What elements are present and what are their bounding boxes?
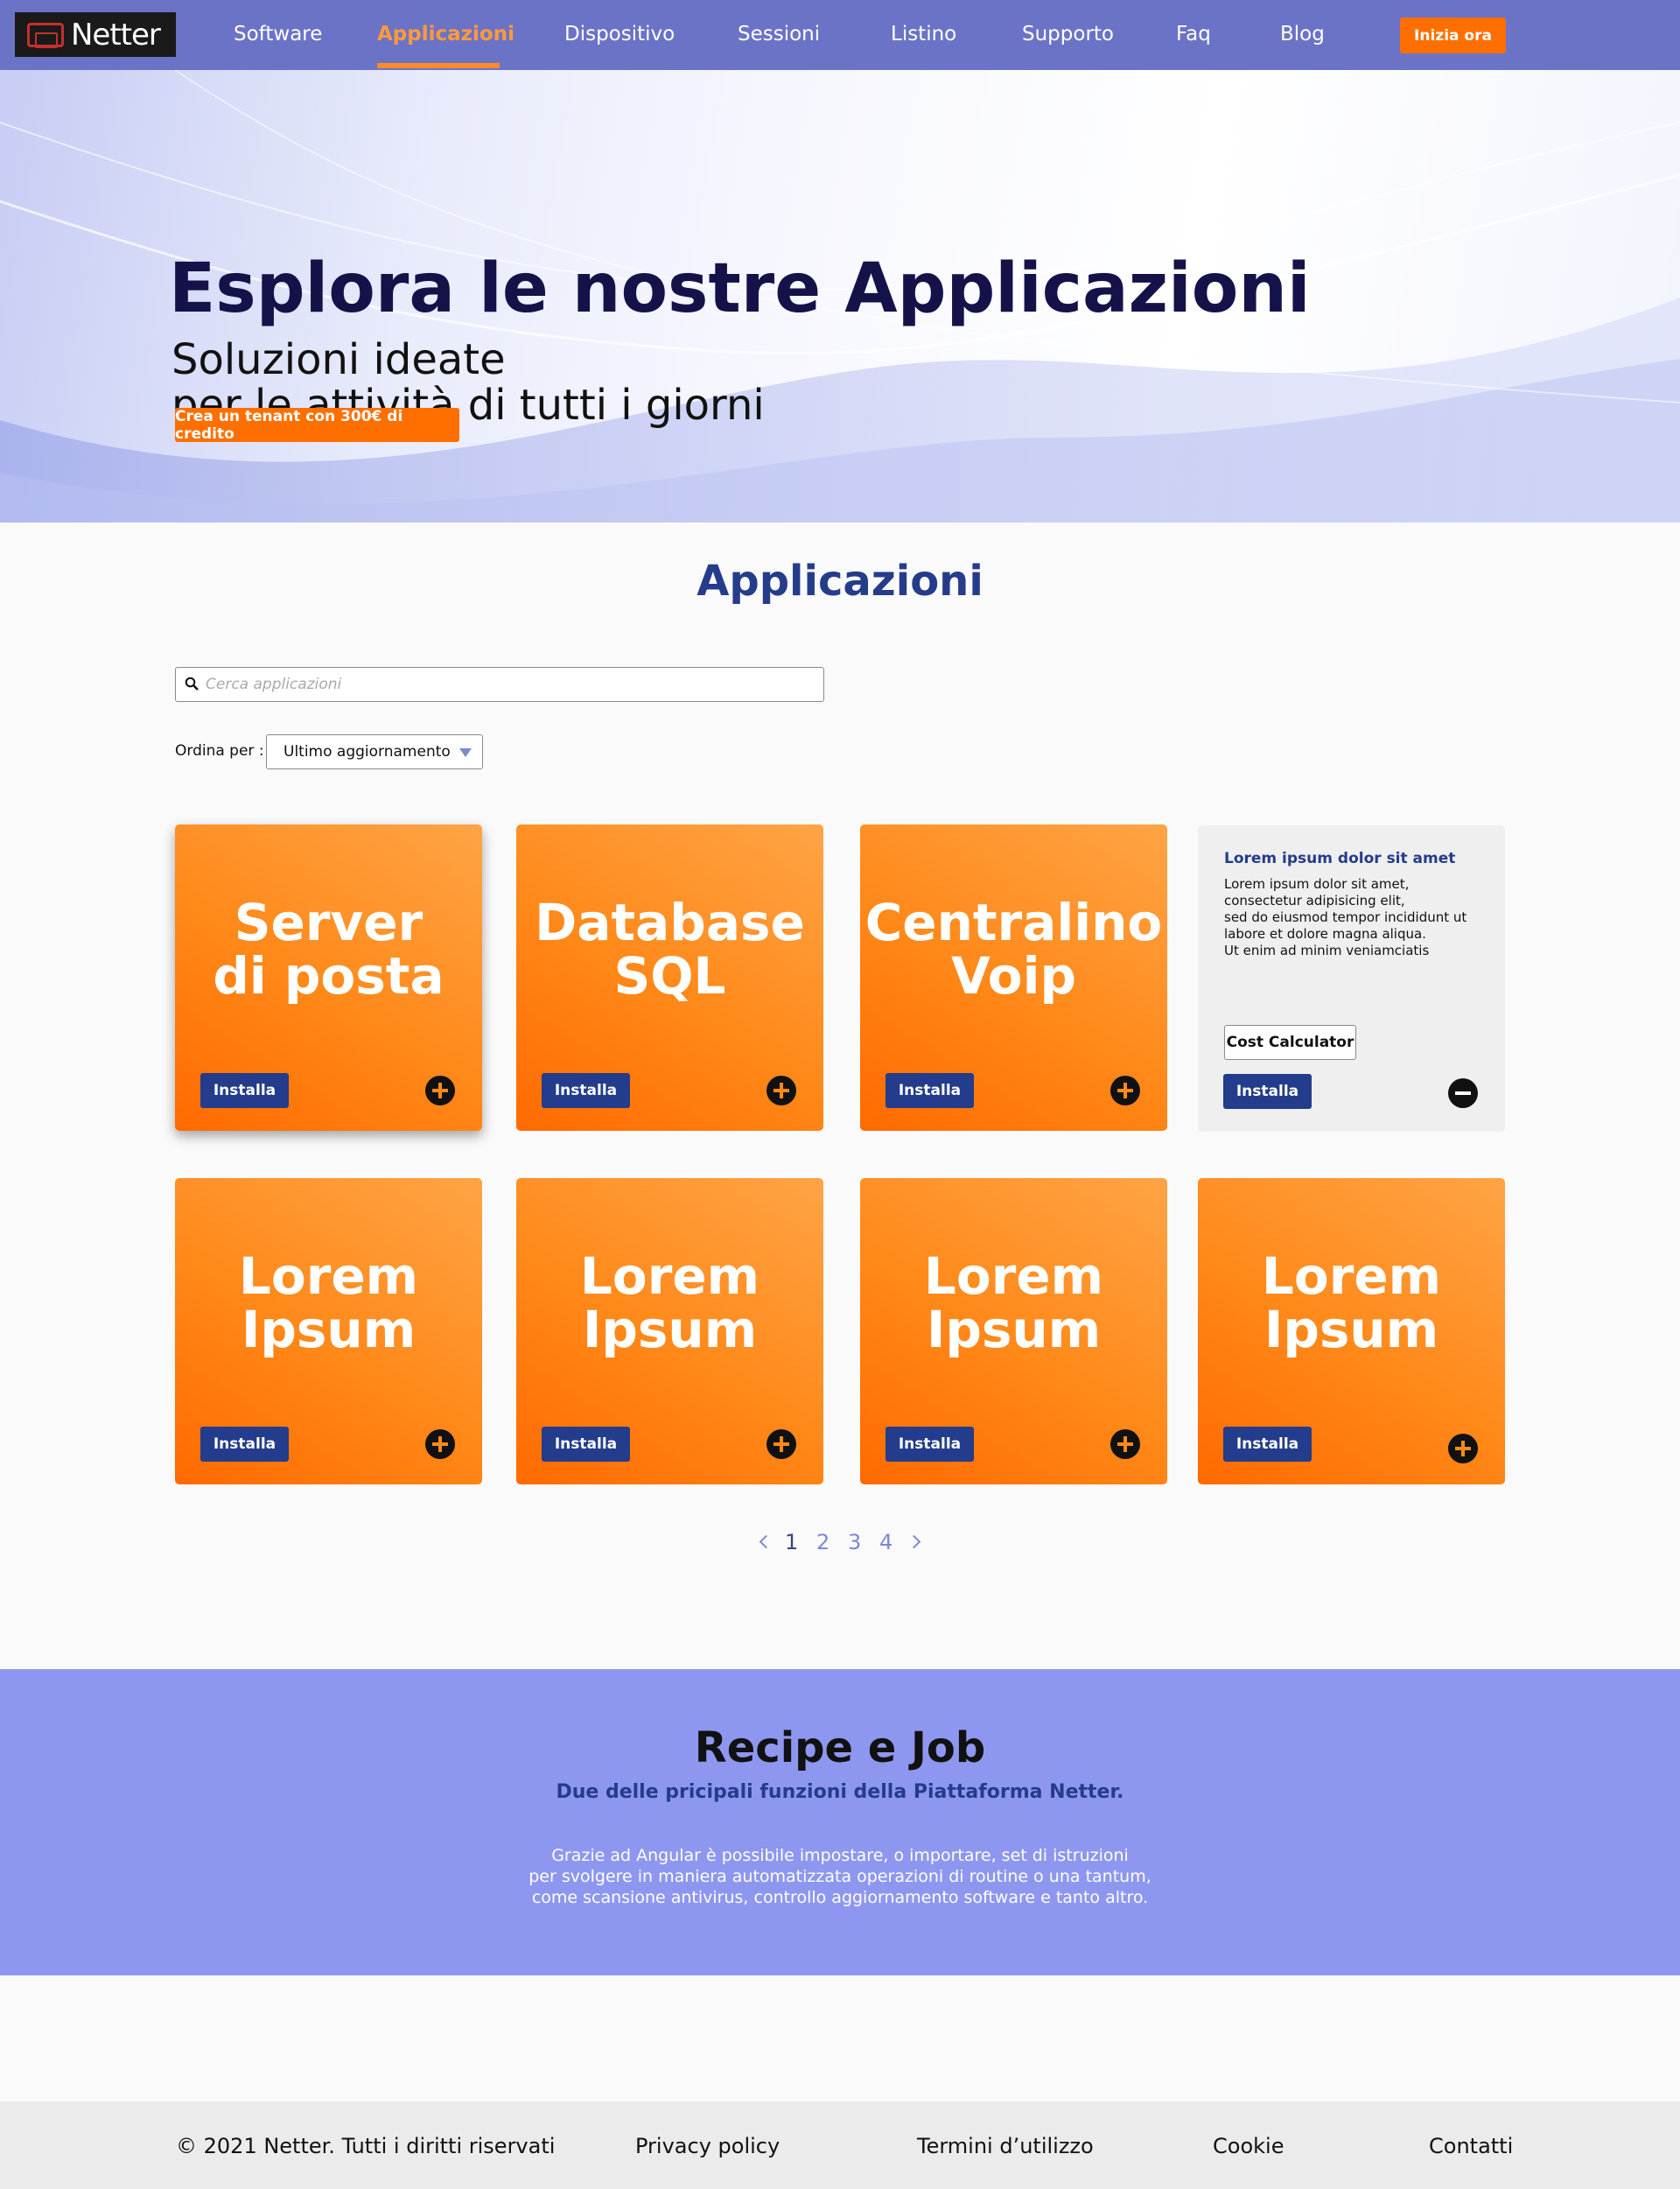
app-card-title: Lorem Ipsum <box>175 1250 482 1357</box>
install-button[interactable]: Installa <box>1223 1427 1312 1462</box>
collapse-minus-icon[interactable] <box>1448 1078 1478 1108</box>
app-card-title: Server di posta <box>175 896 482 1003</box>
app-card-lorem-ipsum[interactable]: Lorem Ipsum Installa <box>860 1178 1167 1484</box>
sort-label: Ordina per : <box>175 742 264 760</box>
recipe-job-section: Recipe e Job Due delle pricipali funzion… <box>0 1669 1680 1975</box>
app-card-title: Database SQL <box>516 896 823 1003</box>
search-icon <box>185 677 199 691</box>
install-button[interactable]: Installa <box>886 1073 974 1108</box>
hero-title: Esplora le nostre Applicazioni <box>169 249 1311 328</box>
page-link[interactable]: 4 <box>879 1530 892 1554</box>
info-card-title: Lorem ipsum dolor sit amet <box>1224 850 1456 867</box>
recipe-body: Grazie ad Angular è possibile impostare,… <box>528 1846 1152 1907</box>
start-now-button[interactable]: Inizia ora <box>1400 18 1506 53</box>
app-card-lorem-ipsum[interactable]: Lorem Ipsum Installa <box>516 1178 823 1484</box>
app-card-info-expanded: Lorem ipsum dolor sit amet Lorem ipsum d… <box>1198 825 1505 1132</box>
nav-item-software[interactable]: Software <box>234 23 322 46</box>
footer: © 2021 Netter. Tutti i diritti riservati… <box>0 2101 1680 2189</box>
netter-logo[interactable]: Netter <box>15 12 176 57</box>
app-card-title: Lorem Ipsum <box>516 1250 823 1357</box>
nav-item-blog[interactable]: Blog <box>1280 23 1325 46</box>
app-card-title: Centralino Voip <box>860 896 1167 1003</box>
create-tenant-button[interactable]: Crea un tenant con 300€ di credito <box>175 408 459 443</box>
expand-plus-icon[interactable] <box>1110 1429 1140 1459</box>
top-navbar: Netter Software Applicazioni Dispositivo… <box>0 0 1680 70</box>
expand-plus-icon[interactable] <box>1110 1076 1140 1105</box>
app-card-database-sql[interactable]: Database SQL Installa <box>516 824 823 1131</box>
search-bar[interactable] <box>175 667 824 702</box>
app-card-title-line2: di posta <box>213 946 444 1006</box>
recipe-title: Recipe e Job <box>694 1723 986 1772</box>
search-input[interactable] <box>206 673 809 696</box>
hero-subtitle-line1: Soluzioni ideate <box>172 335 506 384</box>
prev-page-icon[interactable] <box>759 1534 774 1549</box>
app-card-title-line2: Ipsum <box>241 1300 416 1359</box>
footer-copyright: © 2021 Netter. Tutti i diritti riservati <box>176 2134 556 2158</box>
nav-item-dispositivo[interactable]: Dispositivo <box>564 23 675 46</box>
app-card-title-line2: Voip <box>951 946 1076 1006</box>
info-card-body: Lorem ipsum dolor sit amet, consectetur … <box>1224 876 1467 958</box>
nav-item-faq[interactable]: Faq <box>1176 23 1211 46</box>
app-card-title: Lorem Ipsum <box>1198 1250 1505 1357</box>
section-title: Applicazioni <box>696 557 984 606</box>
hero-banner: Esplora le nostre Applicazioni Soluzioni… <box>0 70 1680 523</box>
sort-select[interactable]: Ultimo aggiornamento <box>266 734 483 769</box>
footer-cookie-link[interactable]: Cookie <box>1213 2134 1284 2158</box>
footer-privacy-link[interactable]: Privacy policy <box>635 2134 780 2158</box>
install-button[interactable]: Installa <box>542 1427 630 1462</box>
dropdown-arrow-icon <box>459 748 472 757</box>
app-card-lorem-ipsum[interactable]: Lorem Ipsum Installa <box>1198 1178 1505 1484</box>
nav-item-supporto[interactable]: Supporto <box>1022 23 1114 46</box>
app-card-title-line2: Ipsum <box>1264 1300 1439 1359</box>
recipe-subtitle: Due delle pricipali funzioni della Piatt… <box>556 1781 1124 1803</box>
app-card-server-posta[interactable]: Server di posta Installa <box>175 824 482 1131</box>
app-card-title-line1: Lorem <box>238 1246 419 1306</box>
install-button[interactable]: Installa <box>200 1073 289 1108</box>
app-card-title-line1: Lorem <box>1261 1246 1442 1306</box>
app-card-lorem-ipsum[interactable]: Lorem Ipsum Installa <box>175 1178 482 1484</box>
page-link[interactable]: 3 <box>848 1530 861 1554</box>
install-button[interactable]: Installa <box>200 1427 289 1462</box>
app-card-title-line2: Ipsum <box>926 1300 1102 1359</box>
expand-plus-icon[interactable] <box>1448 1434 1478 1463</box>
install-button[interactable]: Installa <box>542 1073 630 1108</box>
expand-plus-icon[interactable] <box>766 1076 796 1105</box>
nav-item-applicazioni[interactable]: Applicazioni <box>377 23 514 46</box>
app-card-title-line1: Database <box>535 893 805 952</box>
sort-selected-value: Ultimo aggiornamento <box>284 743 451 761</box>
expand-plus-icon[interactable] <box>425 1429 455 1459</box>
nav-item-sessioni[interactable]: Sessioni <box>738 23 820 46</box>
install-button[interactable]: Installa <box>886 1427 974 1462</box>
cost-calculator-button[interactable]: Cost Calculator <box>1224 1025 1356 1060</box>
app-card-centralino-voip[interactable]: Centralino Voip Installa <box>860 824 1167 1131</box>
app-card-title-line1: Server <box>234 893 424 952</box>
app-card-title: Lorem Ipsum <box>860 1250 1167 1357</box>
app-card-title-line1: Lorem <box>579 1246 760 1306</box>
app-card-title-line1: Lorem <box>923 1246 1104 1306</box>
app-card-title-line1: Centralino <box>864 893 1163 952</box>
page-link[interactable]: 2 <box>816 1530 830 1554</box>
nav-item-listino[interactable]: Listino <box>891 23 956 46</box>
footer-contacts-link[interactable]: Contatti <box>1429 2134 1513 2158</box>
active-tab-indicator <box>377 63 500 68</box>
expand-plus-icon[interactable] <box>425 1076 455 1105</box>
app-card-title-line2: Ipsum <box>582 1300 758 1359</box>
logo-text: Netter <box>71 17 161 53</box>
page-link-current[interactable]: 1 <box>785 1530 798 1554</box>
footer-terms-link[interactable]: Termini d’utilizzo <box>917 2134 1094 2158</box>
install-button[interactable]: Installa <box>1223 1074 1312 1109</box>
monitor-icon <box>27 22 64 48</box>
expand-plus-icon[interactable] <box>766 1429 796 1459</box>
next-page-icon[interactable] <box>906 1534 921 1549</box>
app-card-title-line2: SQL <box>613 946 726 1006</box>
